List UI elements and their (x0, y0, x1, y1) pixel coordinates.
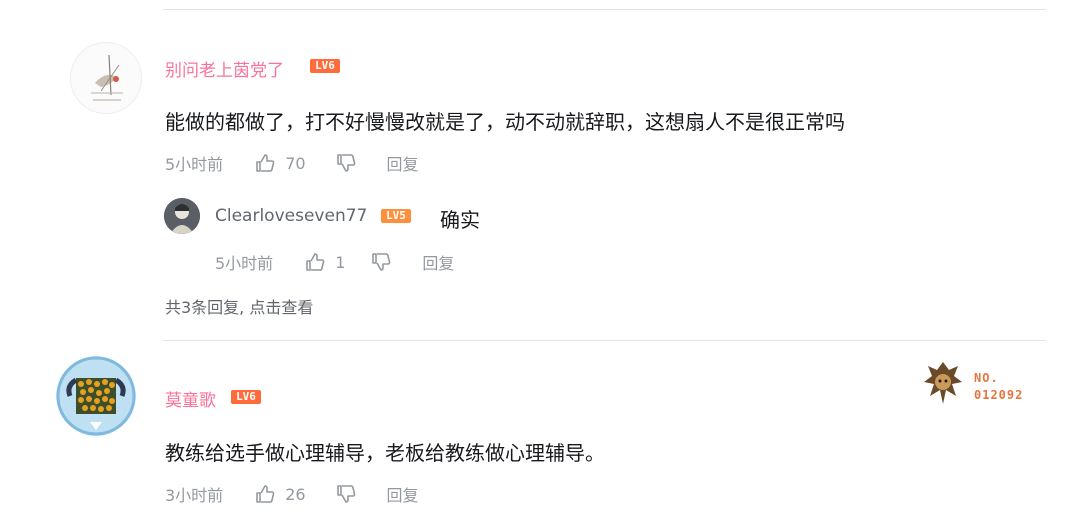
comment-text: 教练给选手做心理辅导，老板给教练做心理辅导。 (165, 441, 605, 465)
reply-button[interactable]: 回复 (387, 151, 419, 175)
timestamp: 3小时前 (165, 486, 224, 505)
comment-meta: 5小时前 70 回复 (165, 151, 419, 175)
thumbs-down-icon[interactable] (336, 153, 356, 173)
avatar[interactable] (56, 356, 136, 436)
divider (163, 9, 1046, 10)
reply-button[interactable]: 回复 (422, 250, 454, 274)
badge-character-icon (924, 362, 962, 404)
badge-label: NO. (974, 371, 999, 385)
like-count: 26 (285, 484, 306, 504)
thumbs-up-icon[interactable] (305, 252, 325, 272)
avatar[interactable] (164, 198, 200, 234)
view-more-replies-link[interactable]: 共3条回复, 点击查看 (165, 294, 313, 318)
timestamp: 5小时前 (215, 254, 274, 273)
avatar-portrait-image (164, 198, 200, 234)
timestamp: 5小时前 (165, 155, 224, 174)
thumbs-down-icon[interactable] (336, 484, 356, 504)
thumbs-up-icon[interactable] (255, 484, 275, 504)
reply-username[interactable]: Clearloveseven77 (215, 206, 367, 226)
avatar[interactable] (70, 42, 142, 114)
thumbs-down-icon[interactable] (371, 252, 391, 272)
reply-button[interactable]: 回复 (387, 482, 419, 506)
username[interactable]: 别问老上茵党了 (165, 56, 284, 81)
like-count: 70 (285, 153, 306, 173)
level-badge: LV6 (310, 59, 340, 73)
like-count: 1 (335, 252, 346, 272)
avatar-flowers-image (56, 356, 136, 436)
comment-text: 能做的都做了，打不好慢慢改就是了，动不动就辞职，这想扇人不是很正常吗 (165, 110, 845, 134)
level-badge: LV5 (381, 209, 411, 223)
thumbs-up-icon[interactable] (255, 153, 275, 173)
divider (163, 340, 1046, 341)
level-badge: LV6 (231, 390, 261, 404)
reply-text: 确实 (440, 208, 480, 232)
badge-number: 012092 (974, 388, 1024, 402)
username[interactable]: 莫童歌 (165, 386, 216, 411)
reply-meta: 5小时前 1 回复 (215, 250, 454, 274)
comment-meta: 3小时前 26 回复 (165, 482, 419, 506)
avatar-sketch-image (91, 54, 123, 101)
fan-badge[interactable]: NO. 012092 (922, 360, 1037, 408)
